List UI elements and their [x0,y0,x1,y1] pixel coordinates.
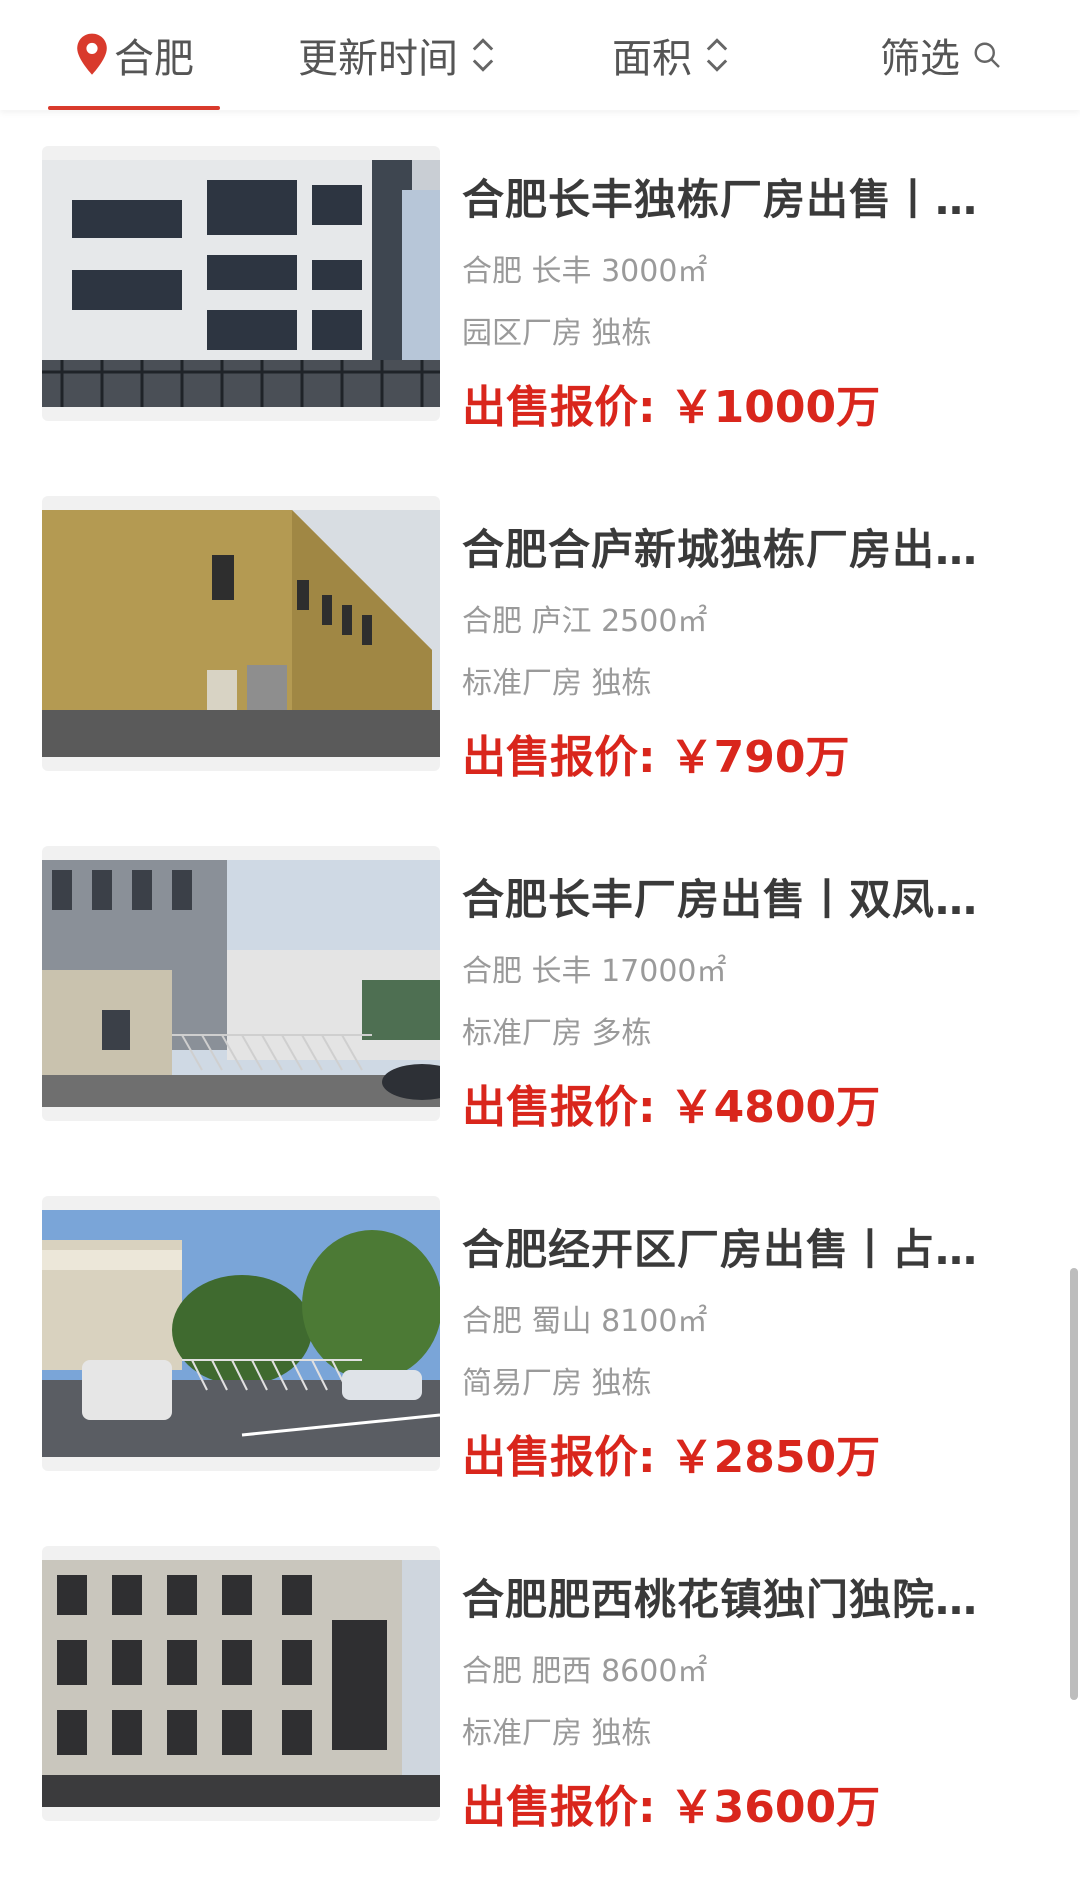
listing-tags: 标准厂房 独栋 [462,1716,652,1751]
listing-photo [42,1196,440,1471]
listing-card[interactable]: 合肥长丰厂房出售丨双凤… 合肥 长丰 17000㎡ 标准厂房 多栋 出售报价: ￥… [0,846,1080,1146]
filter-button[interactable]: 筛选 [880,0,1002,110]
price-value: ￥4800万 [669,1082,881,1133]
listing-tags: 简易厂房 独栋 [462,1366,652,1401]
price-value: ￥3600万 [669,1782,881,1833]
listing-tags: 标准厂房 多栋 [462,1016,652,1051]
listing-location: 合肥 肥西 8600㎡ [462,1654,708,1689]
listing-photo [42,496,440,771]
price-label: 出售报价: [462,1432,656,1483]
listing-title: 合肥经开区厂房出售丨占… [462,1225,979,1274]
price-value: ￥790万 [669,732,850,783]
city-selector[interactable]: 合肥 [72,0,194,110]
price-label: 出售报价: [462,382,656,433]
listing-card[interactable]: 合肥经开区厂房出售丨占… 合肥 蜀山 8100㎡ 简易厂房 独栋 出售报价: ￥2… [0,1196,1080,1496]
sort-area[interactable]: 面积 [612,0,730,110]
listing-location: 合肥 长丰 3000㎡ [462,254,708,289]
active-tab-underline [48,106,220,110]
listing-photo [42,1546,440,1821]
listing-location: 合肥 蜀山 8100㎡ [462,1304,708,1339]
search-icon [974,42,1000,68]
listing-list: 合肥长丰独栋厂房出售丨… 合肥 长丰 3000㎡ 园区厂房 独栋 出售报价: ￥1… [0,0,1080,1888]
listing-location: 合肥 长丰 17000㎡ [462,954,727,989]
page: 合肥 更新时间 面积 筛选 合肥长丰独栋厂房出售丨… 合肥 长丰 3000㎡ 园… [0,0,1080,1888]
price-label: 出售报价: [462,732,656,783]
listing-price: 出售报价: ￥4800万 [462,1071,880,1135]
listing-price: 出售报价: ￥1000万 [462,371,880,435]
sort-icon [706,38,728,72]
listing-tags: 园区厂房 独栋 [462,316,652,351]
listing-price: 出售报价: ￥790万 [462,721,849,785]
scrollbar[interactable] [1070,1268,1078,1700]
price-label: 出售报价: [462,1082,656,1133]
listing-price: 出售报价: ￥2850万 [462,1421,880,1485]
listing-title: 合肥长丰厂房出售丨双凤… [462,875,979,924]
area-label: 面积 [612,36,692,82]
listing-title: 合肥长丰独栋厂房出售丨… [462,175,979,224]
listing-price: 出售报价: ￥3600万 [462,1771,880,1835]
sort-update-time[interactable]: 更新时间 [298,0,496,110]
listing-title: 合肥肥西桃花镇独门独院… [462,1575,979,1624]
listing-photo [42,846,440,1121]
price-value: ￥1000万 [669,382,881,433]
listing-card[interactable]: 合肥长丰独栋厂房出售丨… 合肥 长丰 3000㎡ 园区厂房 独栋 出售报价: ￥1… [0,146,1080,446]
price-value: ￥2850万 [669,1432,881,1483]
filter-bar: 合肥 更新时间 面积 筛选 [0,0,1080,110]
price-label: 出售报价: [462,1782,656,1833]
filter-label: 筛选 [880,36,960,82]
listing-title: 合肥合庐新城独栋厂房出… [462,525,979,574]
update-time-label: 更新时间 [298,36,458,82]
listing-tags: 标准厂房 独栋 [462,666,652,701]
listing-card[interactable]: 合肥肥西桃花镇独门独院… 合肥 肥西 8600㎡ 标准厂房 独栋 出售报价: ￥3… [0,1546,1080,1846]
city-label: 合肥 [114,36,194,82]
sort-icon [472,38,494,72]
listing-location: 合肥 庐江 2500㎡ [462,604,708,639]
location-pin-icon [77,33,107,75]
listing-photo [42,146,440,421]
listing-card[interactable]: 合肥合庐新城独栋厂房出… 合肥 庐江 2500㎡ 标准厂房 独栋 出售报价: ￥7… [0,496,1080,796]
